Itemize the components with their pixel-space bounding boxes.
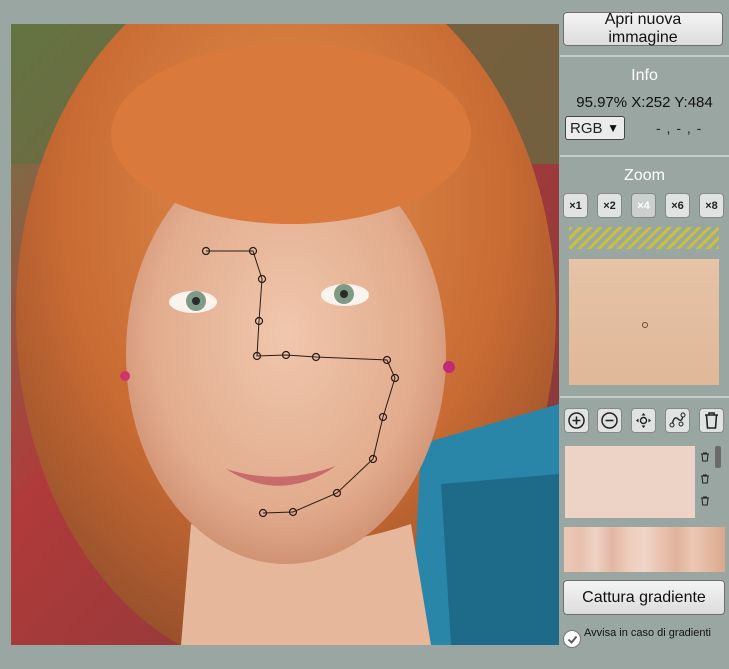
swatch-scrollbar[interactable]	[695, 446, 723, 518]
magnifier-preview	[569, 259, 719, 385]
curve-icon	[669, 412, 686, 428]
move-button[interactable]	[631, 408, 656, 433]
curve-button[interactable]	[665, 408, 690, 433]
landmark-path	[206, 250, 396, 514]
scrollbar-thumb[interactable]	[715, 446, 721, 468]
color-mode-value: RGB	[570, 119, 603, 137]
add-point-button[interactable]	[564, 408, 589, 433]
capture-gradient-button[interactable]: Cattura gradiente	[563, 580, 725, 615]
remove-point-button[interactable]	[597, 408, 622, 433]
sidebar: Apri nuova immagine Info 95.97% X:252 Y:…	[560, 0, 729, 669]
zoom-8x-button[interactable]: ×8	[699, 193, 724, 218]
dropdown-arrow-icon: ▼	[607, 121, 619, 135]
image-canvas[interactable]	[11, 24, 559, 645]
zoom-1x-button[interactable]: ×1	[563, 193, 588, 218]
delete-swatch-icon[interactable]	[700, 474, 710, 484]
divider	[560, 396, 729, 398]
zoom-4x-button[interactable]: ×4	[631, 193, 656, 218]
warn-gradients-label: Avvisa in caso di gradienti	[584, 627, 711, 639]
pixel-values: - , - , -	[656, 120, 703, 136]
divider	[560, 55, 729, 57]
swatch-list[interactable]	[565, 446, 723, 518]
hatch-bar	[569, 227, 719, 249]
info-title: Info	[631, 67, 658, 84]
color-mode-select[interactable]: RGB ▼	[565, 116, 625, 140]
trash-icon	[705, 412, 718, 429]
warn-gradients-checkbox[interactable]	[563, 630, 581, 648]
minus-circle-icon	[601, 412, 618, 429]
landmark-overlay[interactable]	[11, 24, 559, 645]
open-image-button[interactable]: Apri nuova immagine	[563, 11, 723, 46]
zoom-6x-button[interactable]: ×6	[665, 193, 690, 218]
zoom-title: Zoom	[624, 167, 665, 184]
zoom-coordinates-readout: 95.97% X:252 Y:484	[576, 94, 713, 111]
magnifier-point	[642, 322, 648, 328]
delete-swatch-icon[interactable]	[700, 496, 710, 506]
gradient-preview	[564, 527, 725, 572]
checkmark-icon	[567, 635, 577, 644]
divider	[560, 155, 729, 157]
zoom-2x-button[interactable]: ×2	[597, 193, 622, 218]
delete-button[interactable]	[699, 408, 724, 433]
move-icon	[636, 413, 651, 428]
delete-swatch-icon[interactable]	[700, 452, 710, 462]
plus-circle-icon	[568, 412, 585, 429]
